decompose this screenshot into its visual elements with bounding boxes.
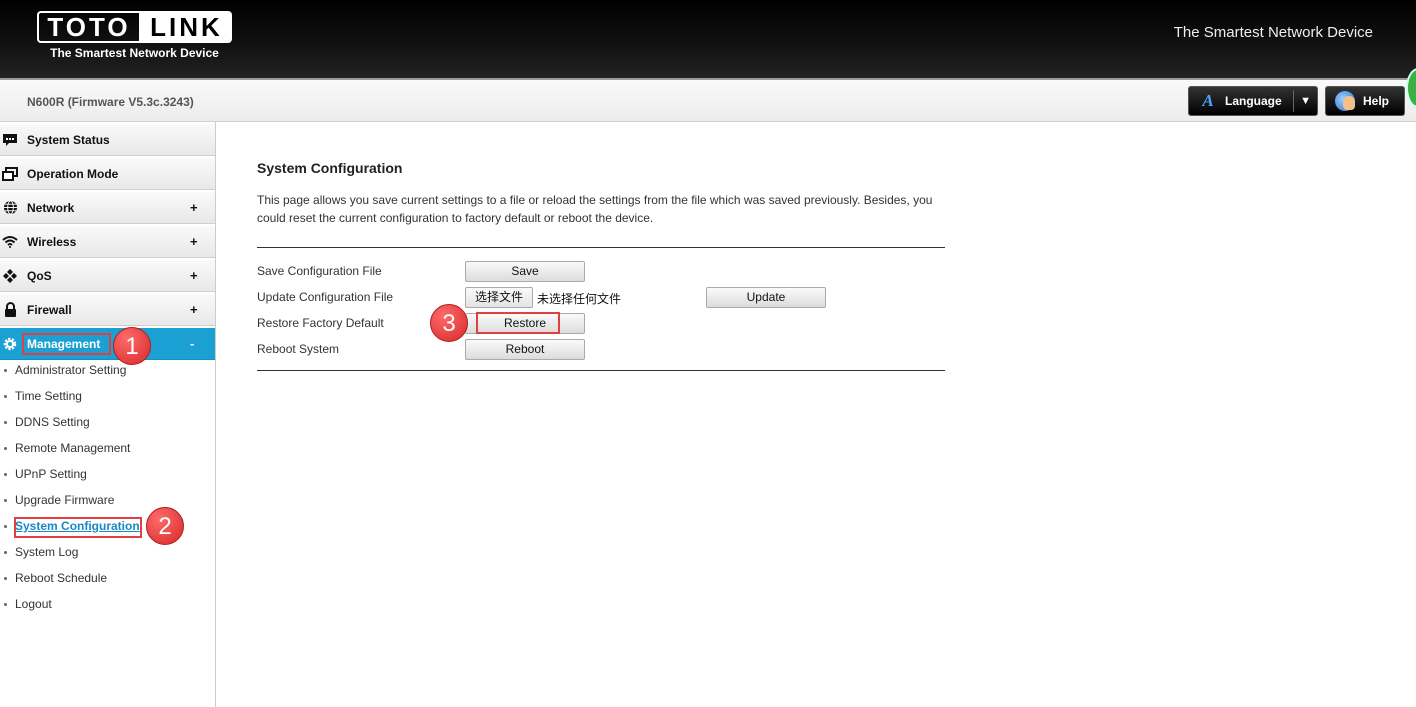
save-config-label: Save Configuration File	[257, 264, 382, 278]
subitem-label: Reboot Schedule	[15, 571, 108, 585]
highlight-system-configuration	[14, 517, 142, 538]
help-person-icon	[1335, 91, 1355, 111]
subitem-label: DDNS Setting	[15, 415, 90, 429]
sidebar-item-label: Network	[27, 200, 75, 215]
chat-bubble-icon	[1, 132, 19, 148]
sidebar-item-label: QoS	[27, 268, 52, 283]
totolink-logo: TOTO LINK The Smartest Network Device	[37, 11, 232, 61]
caret-down-icon[interactable]: ▼	[1300, 95, 1311, 107]
subitem-administrator-setting[interactable]: Administrator Setting	[0, 360, 215, 380]
model-firmware-label: N600R (Firmware V5.3c.3243)	[27, 95, 194, 109]
globe-icon	[1, 200, 19, 216]
windows-icon	[1, 166, 19, 182]
subitem-label: Remote Management	[15, 441, 131, 455]
page-description: This page allows you save current settin…	[257, 193, 933, 225]
subitem-upnp-setting[interactable]: UPnP Setting	[0, 464, 215, 484]
bullet-icon	[4, 472, 7, 476]
expand-icon: +	[190, 234, 198, 249]
language-button[interactable]: A Language ▼	[1188, 86, 1318, 116]
bullet-icon	[4, 446, 7, 450]
collapse-icon: -	[190, 336, 195, 351]
top-divider	[257, 247, 945, 248]
reboot-button[interactable]: Reboot	[465, 339, 585, 360]
lock-icon	[1, 302, 19, 318]
qos-icon	[1, 268, 19, 284]
subitem-ddns-setting[interactable]: DDNS Setting	[0, 412, 215, 432]
subitem-label: Administrator Setting	[15, 363, 127, 377]
step-badge-3: 3	[430, 304, 468, 342]
step-badge-2: 2	[146, 507, 184, 545]
model-bar: N600R (Firmware V5.3c.3243) A Language ▼…	[0, 78, 1416, 122]
step-badge-1: 1	[113, 327, 151, 365]
header-tagline: The Smartest Network Device	[1173, 24, 1373, 41]
subitem-logout[interactable]: Logout	[0, 594, 215, 614]
wifi-icon	[1, 234, 19, 250]
logo-subtitle: The Smartest Network Device	[50, 46, 219, 60]
bullet-icon	[4, 524, 7, 528]
bullet-icon	[4, 550, 7, 554]
sidebar-item-label: Firewall	[27, 302, 72, 317]
logo-link-text: LINK	[141, 11, 232, 43]
expand-icon: +	[190, 200, 198, 215]
subitem-label: Logout	[15, 597, 52, 611]
sidebar-item-system-status[interactable]: System Status	[0, 123, 215, 156]
subitem-label: Upgrade Firmware	[15, 493, 115, 507]
sidebar: System Status Operation Mode Network + W…	[0, 122, 216, 707]
update-config-label: Update Configuration File	[257, 290, 394, 304]
save-button[interactable]: Save	[465, 261, 585, 282]
language-label: Language	[1225, 94, 1282, 108]
subitem-label: UPnP Setting	[15, 467, 87, 481]
main-content: System Configuration This page allows yo…	[217, 122, 1416, 707]
sidebar-item-label: System Status	[27, 132, 110, 147]
sidebar-item-operation-mode[interactable]: Operation Mode	[0, 157, 215, 190]
help-label: Help	[1363, 94, 1390, 108]
bullet-icon	[4, 576, 7, 580]
sidebar-item-network[interactable]: Network +	[0, 191, 215, 224]
file-status-text: 未选择任何文件	[537, 292, 622, 306]
restore-default-label: Restore Factory Default	[257, 316, 384, 330]
subitem-remote-management[interactable]: Remote Management	[0, 438, 215, 458]
highlight-management	[22, 333, 111, 355]
bullet-icon	[4, 498, 7, 502]
update-button[interactable]: Update	[706, 287, 826, 308]
bullet-icon	[4, 420, 7, 424]
top-header: TOTO LINK The Smartest Network Device Th…	[0, 0, 1416, 78]
logo-toto-text: TOTO	[37, 11, 141, 43]
subitem-time-setting[interactable]: Time Setting	[0, 386, 215, 406]
bullet-icon	[4, 394, 7, 398]
page-title: System Configuration	[257, 160, 403, 176]
sidebar-item-qos[interactable]: QoS +	[0, 259, 215, 292]
reboot-system-label: Reboot System	[257, 342, 340, 356]
language-divider	[1293, 90, 1294, 112]
sidebar-item-label: Operation Mode	[27, 166, 119, 181]
subitem-label: Time Setting	[15, 389, 82, 403]
language-icon: A	[1202, 91, 1214, 110]
subitem-upgrade-firmware[interactable]: Upgrade Firmware	[0, 490, 215, 510]
bullet-icon	[4, 602, 7, 606]
sidebar-item-wireless[interactable]: Wireless +	[0, 225, 215, 258]
help-button[interactable]: Help	[1325, 86, 1405, 116]
bullet-icon	[4, 368, 7, 372]
sidebar-item-firewall[interactable]: Firewall +	[0, 293, 215, 326]
expand-icon: +	[190, 268, 198, 283]
gear-icon	[1, 336, 19, 352]
highlight-restore-button	[476, 312, 560, 334]
choose-file-button[interactable]: 选择文件	[465, 287, 533, 308]
subitem-reboot-schedule[interactable]: Reboot Schedule	[0, 568, 215, 588]
subitem-system-log[interactable]: System Log	[0, 542, 215, 562]
sidebar-item-label: Wireless	[27, 234, 77, 249]
subitem-label: System Log	[15, 545, 79, 559]
bottom-divider	[257, 370, 945, 371]
expand-icon: +	[190, 302, 198, 317]
